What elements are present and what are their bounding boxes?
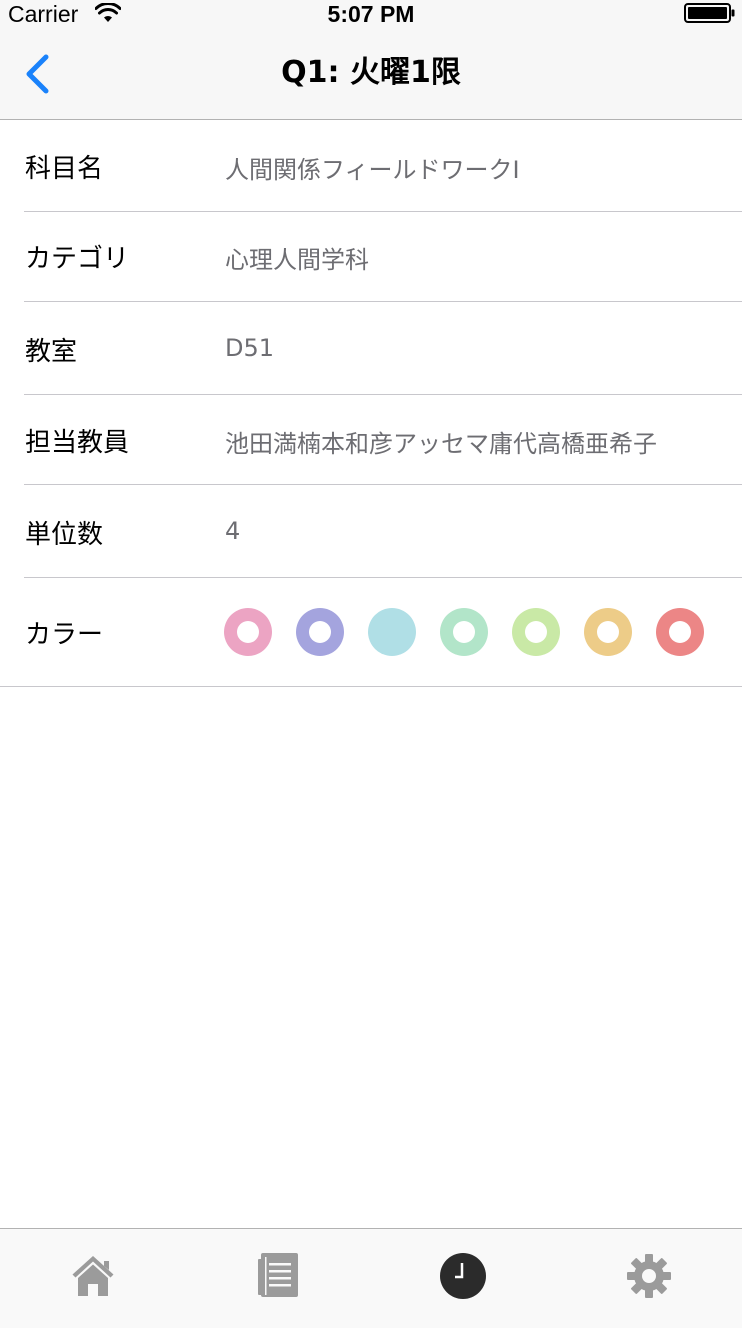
app-screen: Carrier 5:07 PM Q1: 火曜1限 科目名 人間関係フィールドワー… — [0, 0, 742, 1328]
color-swatch-pink[interactable] — [224, 608, 272, 656]
swatch-ring-hole — [597, 621, 619, 643]
instructor-value: 池田満楠本和彦アッセマ庸代高橋亜希子 — [225, 430, 657, 458]
status-time: 5:07 PM — [327, 1, 415, 27]
row-divider — [0, 686, 742, 687]
color-swatch-lime[interactable] — [512, 608, 560, 656]
credits-row[interactable]: 単位数 4 — [0, 485, 742, 578]
clock-icon — [439, 1253, 486, 1299]
swatch-ring-hole — [525, 621, 547, 643]
color-swatch-blue[interactable] — [368, 608, 416, 656]
tab-settings[interactable] — [556, 1229, 741, 1327]
category-value: 心理人間学科 — [225, 246, 369, 274]
swatch-ring-hole — [669, 621, 691, 643]
classroom-row[interactable]: 教室 D51 — [0, 302, 742, 395]
course-name-label: 科目名 — [25, 154, 104, 184]
notes-icon — [257, 1253, 298, 1297]
home-icon — [72, 1256, 113, 1296]
color-swatch-mint[interactable] — [440, 608, 488, 656]
category-label: カテゴリ — [25, 244, 130, 274]
tab-notes[interactable] — [185, 1229, 370, 1327]
color-swatch-purple[interactable] — [296, 608, 344, 656]
classroom-label: 教室 — [25, 337, 78, 367]
credits-label: 単位数 — [25, 520, 104, 550]
tab-timetable[interactable] — [370, 1229, 555, 1327]
course-name-value: 人間関係フィールドワークI — [225, 156, 520, 184]
course-name-row[interactable]: 科目名 人間関係フィールドワークI — [0, 120, 742, 212]
color-swatch-orange[interactable] — [584, 608, 632, 656]
credits-value: 4 — [225, 517, 241, 545]
tab-home[interactable] — [0, 1229, 185, 1327]
swatch-ring-hole — [453, 621, 475, 643]
status-bar: Carrier 5:07 PM — [0, 0, 742, 40]
course-detail-list: 科目名 人間関係フィールドワークI カテゴリ 心理人間学科 教室 D51 担当教… — [0, 120, 742, 687]
swatch-ring-hole — [237, 621, 259, 643]
gear-icon — [626, 1254, 671, 1298]
category-row[interactable]: カテゴリ 心理人間学科 — [0, 212, 742, 302]
swatch-ring-hole — [309, 621, 331, 643]
page-title: Q1: 火曜1限 — [281, 55, 461, 90]
battery-full-icon — [684, 3, 735, 23]
classroom-value: D51 — [225, 334, 275, 362]
color-label: カラー — [25, 620, 104, 650]
color-row: カラー — [0, 578, 742, 687]
instructor-label: 担当教員 — [25, 428, 130, 458]
instructor-row[interactable]: 担当教員 池田満楠本和彦アッセマ庸代高橋亜希子 — [0, 395, 742, 485]
color-swatch-red[interactable] — [656, 608, 704, 656]
tab-bar — [0, 1228, 742, 1328]
navigation-bar: Q1: 火曜1限 — [0, 40, 742, 120]
